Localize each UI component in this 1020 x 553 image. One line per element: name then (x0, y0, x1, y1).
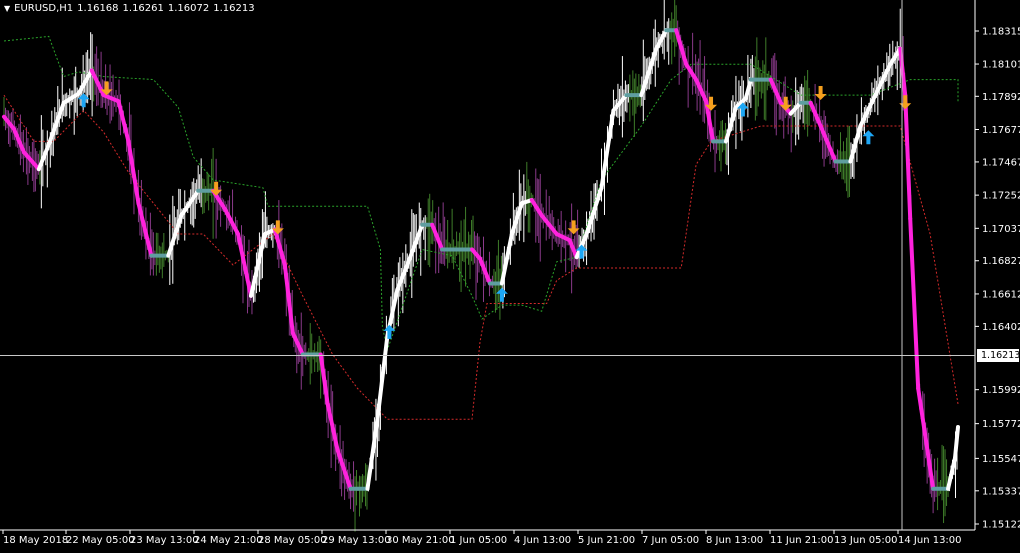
symbol-name: EURUSD,H1 (14, 3, 74, 14)
price-label: 1.18315 (982, 27, 1020, 38)
price-label: 1.16402 (982, 322, 1020, 333)
price-label: 1.15122 (982, 520, 1020, 531)
chart-window[interactable]: 1.18315 1.18101 1.17892 1.17677 1.17467 1.172… (0, 0, 1020, 549)
trend-segment (848, 123, 863, 164)
arrow-up-icon (495, 287, 508, 302)
time-label: 24 May 21:00 (194, 535, 263, 546)
axes-layer (0, 0, 976, 531)
time-label: 14 Jun 13:00 (898, 535, 962, 546)
trend-segment (375, 333, 390, 422)
price-label: 1.17037 (982, 224, 1020, 235)
time-label: 4 Jun 13:00 (514, 535, 571, 546)
time-label: 29 May 13:00 (322, 535, 391, 546)
price-label: 1.15772 (982, 419, 1020, 430)
low-price: 1.16072 (167, 3, 210, 14)
buy-arrow-shape (495, 287, 508, 302)
time-label: 28 May 05:00 (258, 535, 327, 546)
time-axis-labels: 18 May 201822 May 05:0023 May 13:0024 Ma… (2, 530, 962, 546)
price-label: 1.15547 (982, 454, 1020, 465)
open-price: 1.16168 (77, 3, 119, 14)
symbol-header: ▼ EURUSD,H1 1.16168 1.16261 1.16072 1.16… (4, 3, 255, 14)
arrow-down-icon (814, 85, 827, 100)
current-price-tag: 1.16213 (977, 349, 1020, 362)
price-label: 1.17252 (982, 191, 1020, 202)
price-label: 1.15992 (982, 385, 1020, 396)
price-label: 1.18101 (982, 60, 1020, 71)
price-label: 1.16612 (982, 289, 1020, 300)
trend-segment (743, 77, 753, 101)
sell-arrow-shape (899, 95, 912, 110)
trend-segment (46, 100, 66, 147)
triangle-down-icon[interactable]: ▼ (4, 4, 10, 13)
trend-segment (908, 216, 921, 391)
price-axis-labels: 1.18315 1.18101 1.17892 1.17677 1.17467 1.172… (975, 27, 1020, 531)
price-label: 1.17677 (982, 125, 1020, 136)
price-label: 1.16827 (982, 256, 1020, 267)
close-price: 1.16213 (213, 3, 255, 14)
time-label: 8 Jun 13:00 (706, 535, 763, 546)
time-label: 18 May 2018 (3, 535, 68, 546)
price-label: 1.17892 (982, 92, 1020, 103)
time-label: 30 May 21:00 (386, 535, 455, 546)
high-price: 1.16261 (122, 3, 164, 14)
trend-segment (898, 46, 908, 98)
time-label: 23 May 13:00 (130, 535, 199, 546)
sell-arrow-shape (814, 85, 827, 100)
trend-segment (903, 93, 913, 221)
time-label: 13 Jun 05:00 (834, 535, 898, 546)
chart-canvas[interactable]: 1.18315 1.18101 1.17892 1.17677 1.17467 1.172… (0, 0, 1020, 549)
upper-band-line (3, 35, 959, 352)
price-label: 1.15337 (982, 486, 1020, 497)
time-label: 11 Jun 21:00 (770, 535, 834, 546)
time-label: 1 Jun 05:00 (450, 535, 507, 546)
time-label: 22 May 05:00 (66, 535, 135, 546)
arrow-down-icon (899, 95, 912, 110)
time-label: 7 Jun 05:00 (642, 535, 699, 546)
time-label: 5 Jun 21:00 (578, 535, 635, 546)
price-label: 1.17467 (982, 157, 1020, 168)
price-bars-layer (3, 0, 958, 532)
